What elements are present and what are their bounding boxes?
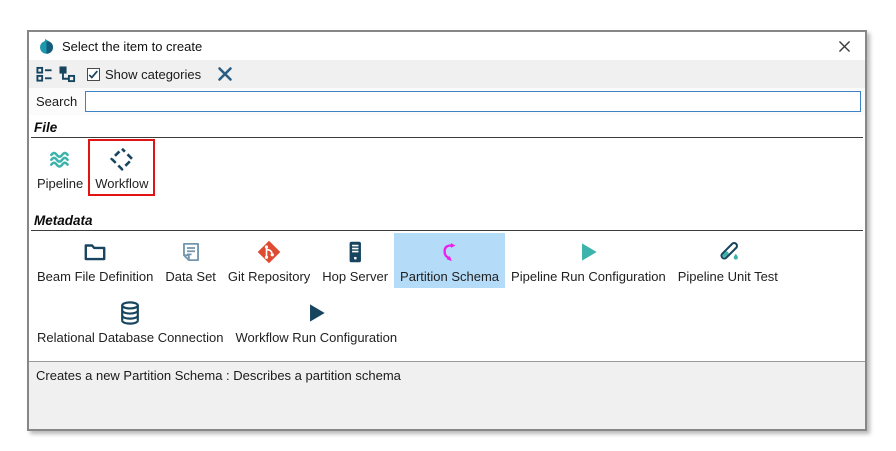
partition-icon <box>437 237 463 267</box>
item-label: Partition Schema <box>400 269 499 284</box>
item-label: Hop Server <box>322 269 388 284</box>
item-list: FilePipelineWorkflowMetadataBeam File De… <box>29 115 865 361</box>
category-header-file: File <box>31 116 863 138</box>
item-workflow[interactable]: Workflow <box>89 140 154 195</box>
item-label: Beam File Definition <box>37 269 153 284</box>
item-beam-file-definition[interactable]: Beam File Definition <box>31 233 159 288</box>
search-label: Search <box>33 94 85 109</box>
play-navy-icon <box>303 298 329 328</box>
hop-logo-icon <box>38 38 55 55</box>
item-partition-schema[interactable]: Partition Schema <box>394 233 505 288</box>
item-pipeline-run-configuration[interactable]: Pipeline Run Configuration <box>505 233 672 288</box>
item-label: Git Repository <box>228 269 310 284</box>
checkbox-check-icon <box>87 68 100 81</box>
desktop: Select the item to create <box>0 0 896 451</box>
item-label: Workflow Run Configuration <box>235 330 397 345</box>
create-item-dialog: Select the item to create <box>27 30 867 431</box>
close-icon[interactable] <box>836 38 853 55</box>
category-items-metadata: Beam File Definition Data Set Git Reposito… <box>31 231 863 349</box>
clear-filter-icon[interactable] <box>213 63 237 85</box>
item-label: Data Set <box>165 269 216 284</box>
item-label: Pipeline <box>37 176 83 191</box>
item-pipeline[interactable]: Pipeline <box>31 140 89 195</box>
show-categories-label: Show categories <box>105 67 201 82</box>
item-hop-server[interactable]: Hop Server <box>316 233 394 288</box>
dialog-titlebar: Select the item to create <box>29 32 865 60</box>
status-text: Creates a new Partition Schema : Describ… <box>36 368 401 383</box>
category-header-metadata: Metadata <box>31 209 863 231</box>
pipeline-icon <box>47 144 73 174</box>
unittest-icon <box>715 237 741 267</box>
list-view-icon[interactable] <box>33 64 56 85</box>
item-label: Pipeline Run Configuration <box>511 269 666 284</box>
item-relational-database-connection[interactable]: Relational Database Connection <box>31 294 229 349</box>
play-teal-icon <box>575 237 601 267</box>
show-categories-checkbox[interactable]: Show categories <box>87 67 201 82</box>
dialog-toolbar: Show categories <box>29 60 865 88</box>
item-pipeline-unit-test[interactable]: Pipeline Unit Test <box>672 233 784 288</box>
item-git-repository[interactable]: Git Repository <box>222 233 316 288</box>
dataset-icon <box>178 237 204 267</box>
item-label: Pipeline Unit Test <box>678 269 778 284</box>
item-label: Workflow <box>95 176 148 191</box>
item-label: Relational Database Connection <box>37 330 223 345</box>
category-items-file: Pipeline Workflow <box>31 138 863 195</box>
folder-icon <box>82 237 108 267</box>
status-bar: Creates a new Partition Schema : Describ… <box>29 361 865 429</box>
database-icon <box>117 298 143 328</box>
workflow-icon <box>109 144 135 174</box>
git-icon <box>256 237 282 267</box>
dialog-title: Select the item to create <box>62 39 202 54</box>
search-input[interactable] <box>85 91 861 112</box>
tree-view-icon[interactable] <box>56 64 79 85</box>
server-icon <box>342 237 368 267</box>
item-data-set[interactable]: Data Set <box>159 233 222 288</box>
search-row: Search <box>29 88 865 115</box>
item-workflow-run-configuration[interactable]: Workflow Run Configuration <box>229 294 403 349</box>
